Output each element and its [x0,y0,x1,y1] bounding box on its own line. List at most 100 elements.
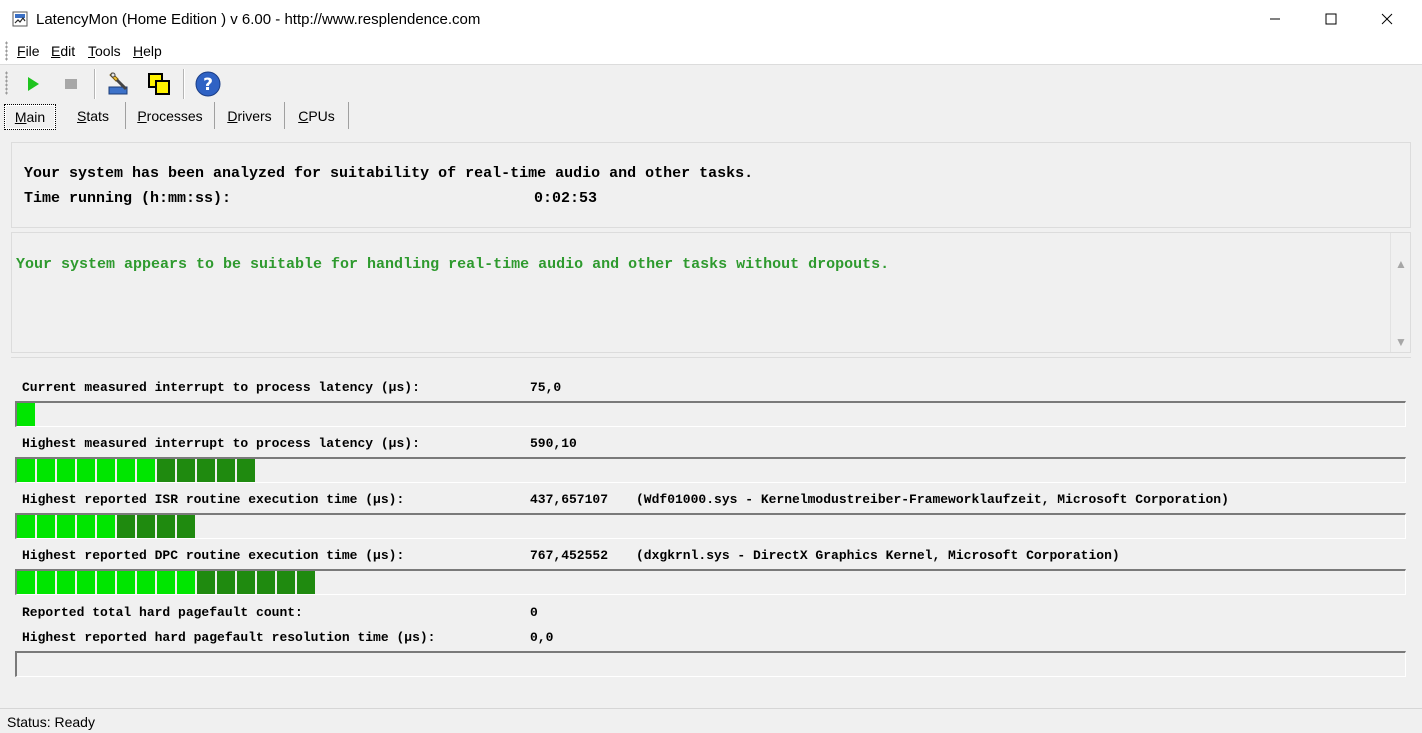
toolbar: ? [0,65,1422,101]
bar-segment [157,459,175,482]
bar-segment [57,459,75,482]
menu-tools[interactable]: Tools [88,43,121,59]
tab-stats[interactable]: Stats [61,102,126,129]
bar-segment [77,459,95,482]
time-running-value: 0:02:53 [534,190,598,207]
bar-segment [277,571,295,594]
bar-segment [257,571,275,594]
bar-segment [137,571,155,594]
help-icon: ? [195,71,221,97]
maximize-icon [1325,13,1337,25]
app-icon [12,11,28,27]
pagefault-count-label: Reported total hard pagefault count: [22,605,303,620]
tab-bar: Main Stats Processes Drivers C PUs [0,102,1422,130]
bar-segment [17,459,35,482]
tab-main[interactable]: Main [4,104,56,130]
bar-segment [177,515,195,538]
bar-segment [17,403,35,426]
summary-panel: Your system has been analyzed for suitab… [11,142,1411,228]
bar-segment [97,571,115,594]
title-bar: LatencyMon (Home Edition ) v 6.00 - http… [0,0,1422,38]
bar-segment [217,571,235,594]
toolbar-separator [94,69,96,99]
isr-driver: (Wdf01000.sys - Kernelmodustreiber-Frame… [636,492,1229,507]
bar-segment [137,515,155,538]
status-bar: Status: Ready [0,708,1422,733]
time-running-label: Time running (h:mm:ss): [24,190,232,207]
menu-file[interactable]: File [17,43,40,59]
menu-bar: File Edit Tools Help [0,38,1422,65]
conclusion-scrollbar[interactable]: ▲ ▼ [1390,233,1410,352]
tab-drivers[interactable]: Drivers [215,102,285,129]
summary-text: Your system has been analyzed for suitab… [24,165,754,182]
bar-segment [37,571,55,594]
dpc-label: Highest reported DPC routine execution t… [22,548,405,563]
bar-segment [197,571,215,594]
close-button[interactable] [1364,0,1410,38]
pagefault-time-label: Highest reported hard pagefault resoluti… [22,630,436,645]
close-icon [1381,13,1393,25]
bar-segment [297,571,315,594]
bar-segment [77,571,95,594]
isr-label: Highest reported ISR routine execution t… [22,492,405,507]
menu-edit[interactable]: Edit [51,43,75,59]
isr-bar [15,513,1406,539]
dpc-driver: (dxgkrnl.sys - DirectX Graphics Kernel, … [636,548,1120,563]
conclusion-panel[interactable]: Your system appears to be suitable for h… [11,232,1411,353]
bar-segment [117,571,135,594]
bar-segment [237,459,255,482]
menu-grip [5,41,8,61]
minimize-button[interactable] [1252,0,1298,38]
bar-segment [57,515,75,538]
highest-latency-value: 590,10 [530,436,577,451]
current-latency-value: 75,0 [530,380,562,395]
highest-latency-label: Highest measured interrupt to process la… [22,436,420,451]
toolbar-grip [5,71,8,95]
pagefault-count-value: 0 [530,605,538,620]
pagefault-time-value: 0,0 [530,630,554,645]
bar-segment [117,515,135,538]
bar-segment [177,571,195,594]
bar-segment [117,459,135,482]
windows-icon [148,73,170,95]
toolbar-separator [183,69,185,99]
windows-button[interactable] [144,69,174,99]
isr-value: 437,657107 [530,492,609,507]
start-button[interactable] [18,69,48,99]
menu-help[interactable]: Help [133,43,162,59]
bar-segment [197,459,215,482]
maximize-button[interactable] [1308,0,1354,38]
status-text: Status: Ready [7,714,95,730]
window-title: LatencyMon (Home Edition ) v 6.00 - http… [36,11,481,28]
bar-segment [77,515,95,538]
bar-segment [157,515,175,538]
bar-segment [17,515,35,538]
tools-button[interactable] [104,69,134,99]
scroll-down-icon[interactable]: ▼ [1395,335,1407,349]
scroll-up-icon[interactable]: ▲ [1395,257,1407,271]
bar-segment [97,459,115,482]
bar-segment [237,571,255,594]
minimize-icon [1270,18,1280,20]
tab-processes[interactable]: Processes [126,102,215,129]
play-icon [28,77,39,91]
bar-segment [57,571,75,594]
dpc-value: 767,452552 [530,548,609,563]
bar-segment [177,459,195,482]
pagefault-time-bar [15,651,1406,677]
stop-button[interactable] [56,69,86,99]
conclusion-text: Your system appears to be suitable for h… [16,256,890,273]
bar-segment [137,459,155,482]
tab-cpus[interactable]: C PUs [285,102,349,129]
dpc-bar [15,569,1406,595]
current-latency-label: Current measured interrupt to process la… [22,380,420,395]
bar-segment [37,459,55,482]
bar-segment [217,459,235,482]
tools-icon [108,72,128,95]
highest-latency-bar [15,457,1406,483]
current-latency-bar [15,401,1406,427]
bar-segment [37,515,55,538]
bar-segment [97,515,115,538]
help-button[interactable]: ? [193,69,223,99]
svg-text:?: ? [203,75,213,95]
